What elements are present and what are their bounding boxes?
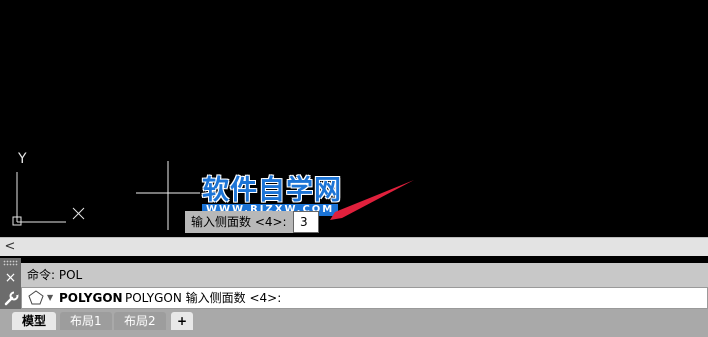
command-prompt: POLYGON 输入侧面数 <4>: xyxy=(125,291,282,305)
command-history: 命令: POL xyxy=(21,263,708,287)
tab-layout2[interactable]: 布局2 xyxy=(114,312,166,330)
chevron-down-icon[interactable]: ▼ xyxy=(47,288,53,308)
drag-grip-icon[interactable] xyxy=(3,260,18,266)
polygon-icon[interactable] xyxy=(28,290,44,305)
add-layout-button[interactable]: + xyxy=(171,312,194,330)
dynamic-input-prompt: 输入侧面数 <4>: xyxy=(185,211,293,233)
command-window-handle[interactable]: × xyxy=(0,258,21,309)
dynamic-input-field[interactable]: 3 xyxy=(293,211,319,233)
layout-tab-bar: 模型 布局1 布局2 + xyxy=(0,309,708,337)
command-name: POLYGON xyxy=(59,291,123,305)
red-arrow-icon xyxy=(330,180,414,220)
horizontal-scrollbar[interactable]: < xyxy=(0,237,708,256)
scroll-left-arrow-icon[interactable]: < xyxy=(3,239,17,255)
tab-model[interactable]: 模型 xyxy=(12,312,57,330)
tab-layout1[interactable]: 布局1 xyxy=(60,312,112,330)
close-icon[interactable]: × xyxy=(0,270,21,286)
wrench-icon[interactable] xyxy=(0,290,21,308)
drawing-canvas[interactable]: Y 软件自学网 WWW.RJZXW.COM 输入侧面数 <4>: 3 xyxy=(0,0,708,237)
command-input[interactable]: ▼ POLYGON POLYGON 输入侧面数 <4>: xyxy=(21,287,708,309)
